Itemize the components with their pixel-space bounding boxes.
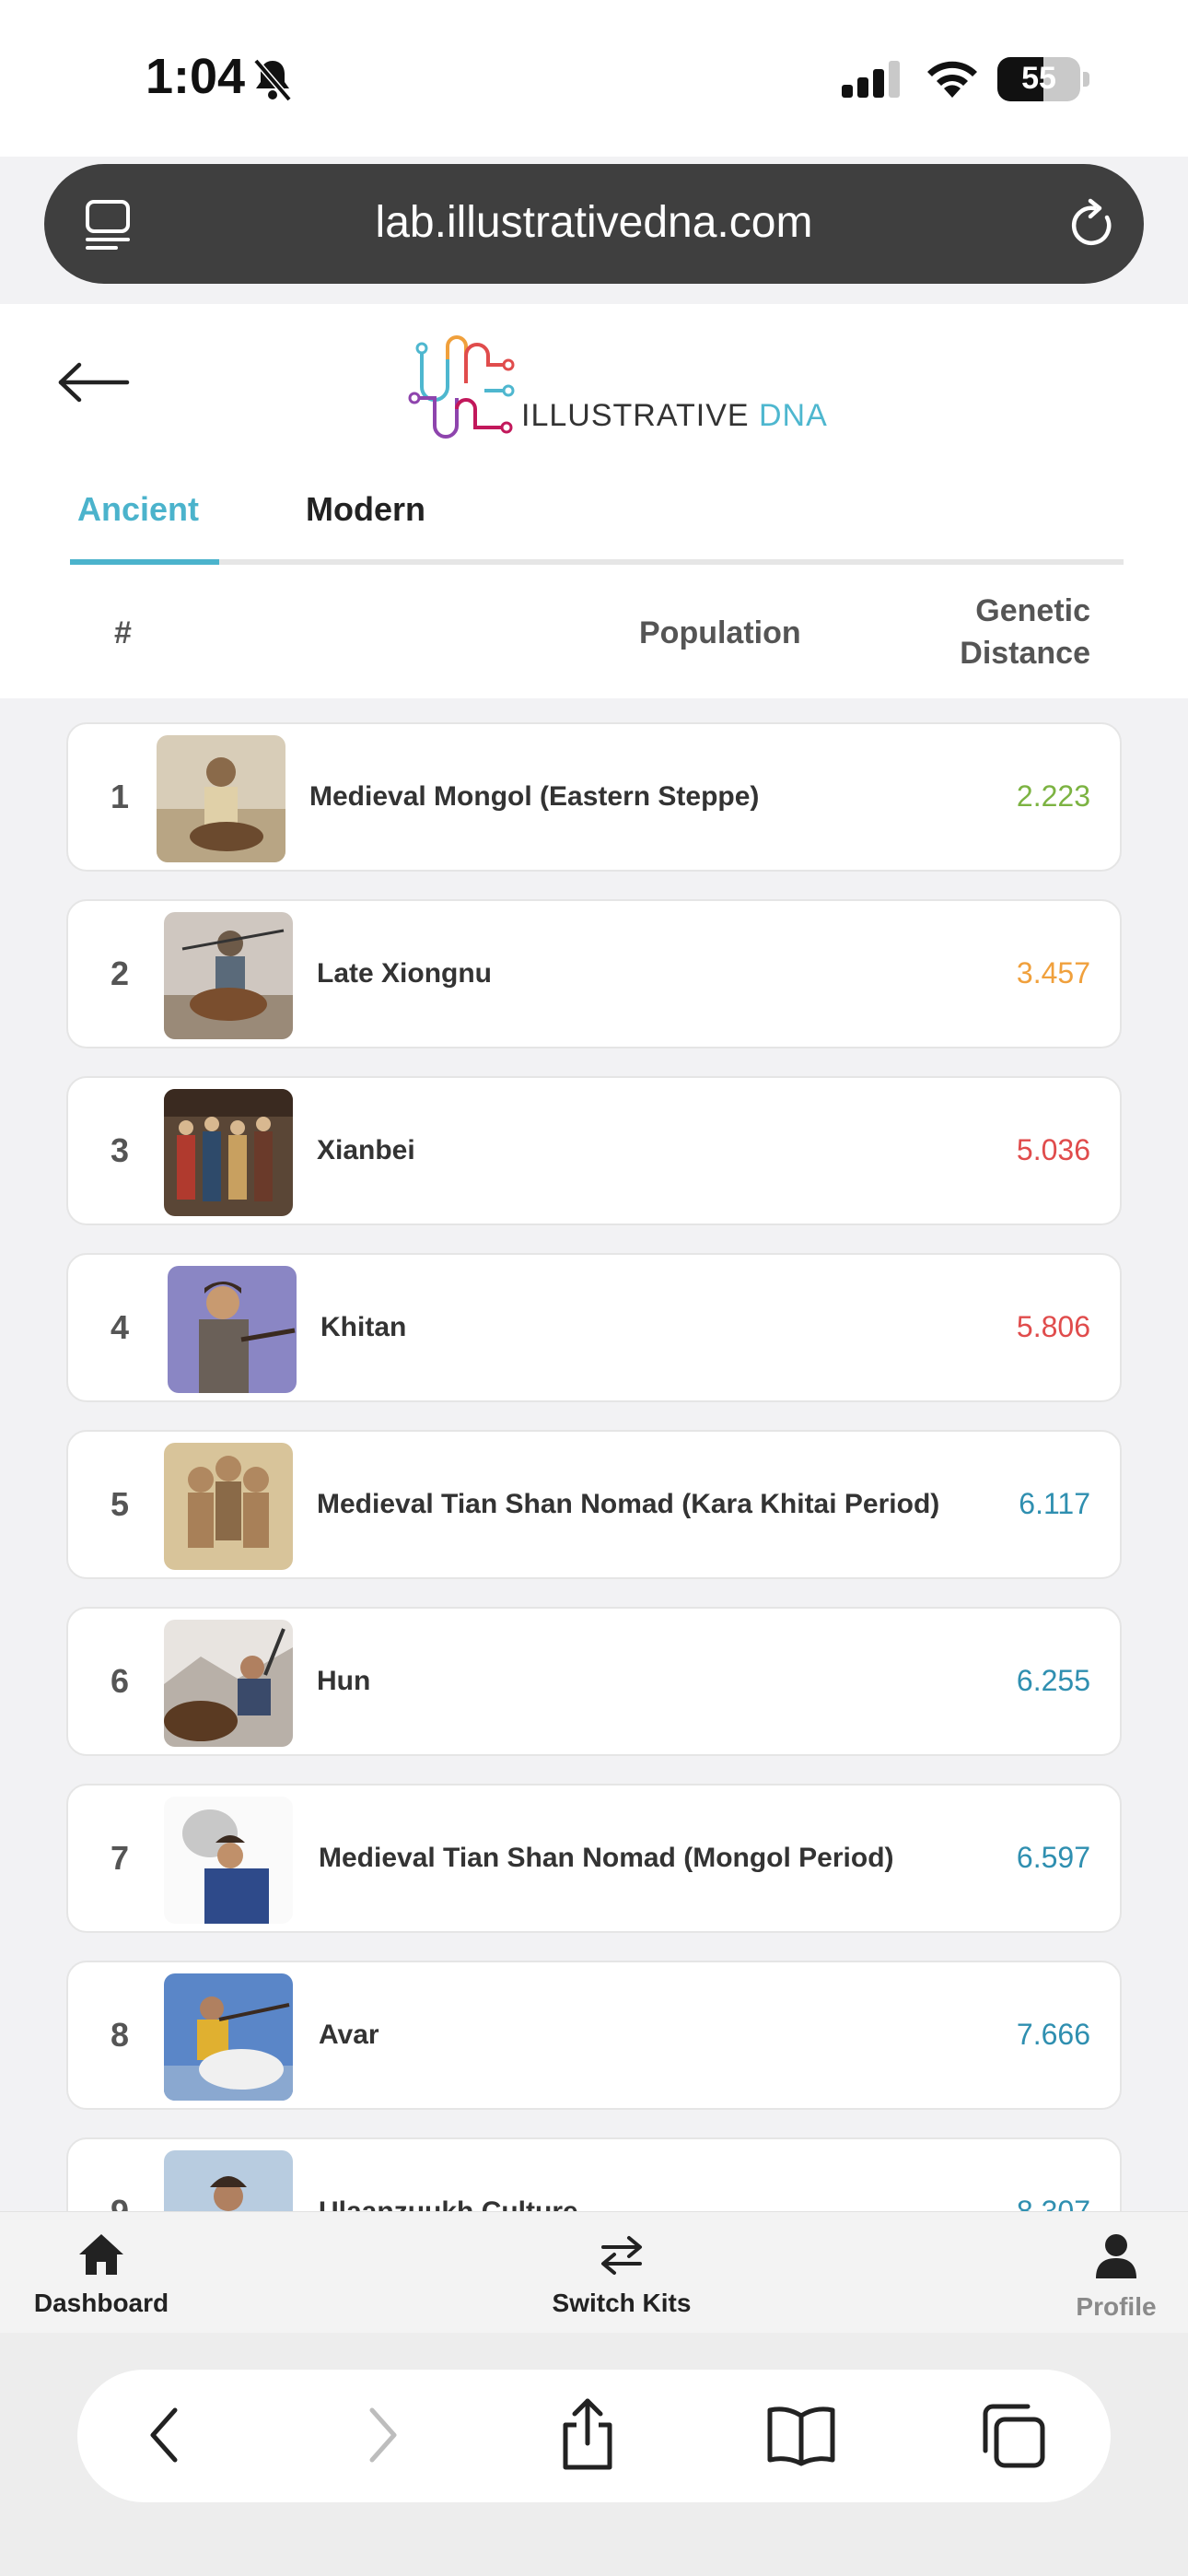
bookmarks-icon[interactable] [766, 2403, 836, 2471]
population-row[interactable]: 4 Khitan 5.806 [66, 1253, 1122, 1402]
population-thumbnail [164, 1973, 293, 2101]
row-rank: 7 [111, 1839, 130, 1877]
row-rank: 3 [111, 1131, 130, 1169]
browser-toolbar [0, 2333, 1188, 2576]
row-rank: 6 [111, 1662, 130, 1700]
population-name: Medieval Tian Shan Nomad (Kara Khitai Pe… [317, 1489, 940, 1519]
population-thumbnail [164, 1089, 293, 1216]
population-thumbnail [164, 1797, 293, 1924]
browser-toolbar-pill [77, 2370, 1111, 2502]
population-name: Hun [317, 1666, 371, 1696]
wifi-icon [924, 57, 981, 103]
nav-switch-kits[interactable]: Switch Kits [534, 2232, 709, 2318]
genetic-distance-value: 6.255 [1016, 1664, 1090, 1697]
nav-profile[interactable]: Profile [1059, 2232, 1173, 2322]
results-header: Ancient Modern # Population Genetic Dist… [0, 461, 1188, 698]
reload-icon[interactable] [1066, 197, 1118, 254]
app-header: ILLUSTRATIVE DNA [0, 304, 1188, 461]
tab-modern[interactable]: Modern [306, 490, 425, 529]
population-row[interactable]: 5 Medieval Tian Shan Nomad (Kara Khitai … [66, 1430, 1122, 1579]
genetic-distance-value: 6.117 [1019, 1487, 1090, 1520]
person-icon [1096, 2234, 1136, 2278]
population-row[interactable]: 3 Xianbei 5.036 [66, 1076, 1122, 1225]
tab-underline [70, 559, 1124, 565]
genetic-distance-value: 6.597 [1016, 1841, 1090, 1874]
population-name: Medieval Mongol (Eastern Steppe) [309, 781, 760, 812]
column-header-distance-line2: Distance [960, 636, 1090, 671]
column-header-population: Population [639, 615, 801, 650]
status-time: 1:04 [146, 49, 246, 104]
column-header-distance-line1: Genetic [975, 593, 1090, 628]
back-icon[interactable] [142, 2403, 188, 2471]
cell-signal-icon [842, 61, 903, 101]
population-row[interactable]: 2 Late Xiongnu 3.457 [66, 899, 1122, 1048]
population-thumbnail [168, 1266, 297, 1393]
share-icon[interactable] [558, 2397, 617, 2475]
population-name: Late Xiongnu [317, 958, 492, 989]
population-row[interactable]: 7 Medieval Tian Shan Nomad (Mongol Perio… [66, 1784, 1122, 1933]
population-row[interactable]: 6 Hun 6.255 [66, 1607, 1122, 1756]
back-arrow-icon[interactable] [57, 361, 131, 407]
column-header-genetic-distance: Genetic Distance [921, 590, 1090, 674]
battery-icon: 55 [997, 57, 1080, 101]
column-header-rank: # [114, 615, 132, 650]
tab-ancient[interactable]: Ancient [77, 490, 199, 529]
genetic-distance-value: 5.806 [1016, 1310, 1090, 1343]
logo-circuit-icon [408, 335, 515, 439]
row-rank: 4 [111, 1308, 130, 1346]
row-rank: 8 [111, 2016, 130, 2054]
forward-icon [359, 2403, 405, 2471]
population-name: Xianbei [317, 1135, 415, 1165]
silent-bell-icon [250, 57, 295, 107]
battery-level: 55 [1021, 61, 1056, 96]
row-rank: 1 [111, 778, 130, 815]
logo-text-accent: DNA [759, 398, 828, 433]
population-thumbnail [164, 912, 293, 1039]
genetic-distance-value: 7.666 [1016, 2018, 1090, 2051]
population-name: Medieval Tian Shan Nomad (Mongol Period) [319, 1843, 894, 1873]
bottom-navigation: Dashboard Switch Kits Profile [0, 2211, 1188, 2334]
battery-cap [1083, 72, 1089, 87]
population-row[interactable]: 8 Avar 7.666 [66, 1961, 1122, 2110]
logo-text-main: ILLUSTRATIVE [521, 398, 759, 433]
genetic-distance-value: 3.457 [1016, 956, 1090, 989]
illustrative-dna-logo: ILLUSTRATIVE DNA [405, 332, 827, 446]
genetic-distance-value: 2.223 [1016, 779, 1090, 813]
status-bar: 1:04 55 [0, 0, 1188, 157]
active-tab-indicator [70, 559, 219, 565]
nav-dashboard-label: Dashboard [33, 2289, 169, 2317]
nav-dashboard[interactable]: Dashboard [24, 2232, 179, 2318]
population-row[interactable]: 1 Medieval Mongol (Eastern Steppe) 2.223 [66, 722, 1122, 872]
row-rank: 5 [111, 1485, 130, 1523]
home-icon [79, 2234, 123, 2275]
tabs-icon[interactable] [980, 2403, 1046, 2473]
swap-icon [601, 2236, 642, 2275]
url-text[interactable]: lab.illustrativedna.com [44, 197, 1144, 248]
nav-switch-kits-label: Switch Kits [552, 2289, 692, 2317]
logo-wordmark: ILLUSTRATIVE DNA [521, 398, 828, 434]
nav-profile-label: Profile [1076, 2292, 1157, 2321]
row-rank: 2 [111, 954, 130, 992]
genetic-distance-value: 5.036 [1016, 1133, 1090, 1166]
population-thumbnail [157, 735, 285, 862]
address-bar[interactable]: lab.illustrativedna.com [44, 164, 1144, 284]
population-thumbnail [164, 1443, 293, 1570]
population-thumbnail [164, 1620, 293, 1747]
population-name: Avar [319, 2020, 379, 2050]
population-name: Khitan [320, 1312, 407, 1342]
